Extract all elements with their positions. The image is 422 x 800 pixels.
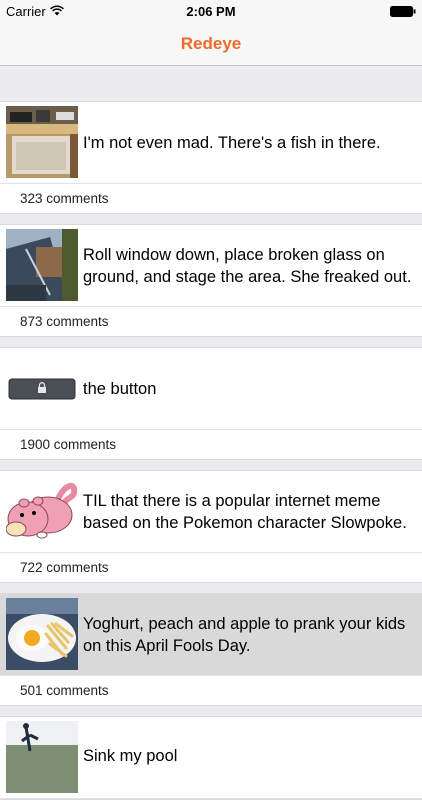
pool-photo-image [6, 721, 78, 793]
post-thumbnail[interactable] [6, 106, 78, 178]
post-card: Yoghurt, peach and apple to prank your k… [0, 593, 422, 706]
post-title[interactable]: Yoghurt, peach and apple to prank your k… [83, 594, 412, 676]
post-title[interactable]: the button [83, 348, 412, 430]
desk-photo-image [6, 106, 78, 178]
post-card: the button 1900 comments [0, 347, 422, 460]
status-time: 2:06 PM [186, 4, 236, 19]
comments-count[interactable]: 873 comments [0, 307, 422, 336]
post-row[interactable]: I'm not even mad. There's a fish in ther… [0, 102, 422, 184]
post-thumbnail[interactable] [6, 598, 78, 670]
feed-top-spacer [0, 67, 422, 101]
comments-count[interactable]: 323 comments [0, 184, 422, 213]
button-image [8, 378, 76, 400]
navigation-bar: Redeye [0, 22, 422, 66]
post-title[interactable]: I'm not even mad. There's a fish in ther… [83, 102, 412, 184]
post-thumbnail[interactable] [6, 378, 78, 400]
post-title[interactable]: Roll window down, place broken glass on … [83, 225, 412, 307]
post-title[interactable]: Sink my pool [83, 717, 412, 799]
post-row[interactable]: TIL that there is a popular internet mem… [0, 471, 422, 553]
post-thumbnail[interactable] [6, 475, 78, 547]
post-thumbnail[interactable] [6, 721, 78, 793]
post-card: Roll window down, place broken glass on … [0, 224, 422, 337]
comments-count[interactable]: 1900 comments [0, 430, 422, 459]
comments-count[interactable]: 722 comments [0, 553, 422, 582]
slowpoke-image [6, 475, 78, 547]
post-card: TIL that there is a popular internet mem… [0, 470, 422, 583]
post-card: I'm not even mad. There's a fish in ther… [0, 101, 422, 214]
status-bar: Carrier 2:06 PM [0, 0, 422, 22]
comments-count[interactable]: 501 comments [0, 676, 422, 705]
post-card: Sink my pool [0, 716, 422, 800]
post-row-selected[interactable]: Yoghurt, peach and apple to prank your k… [0, 594, 422, 676]
post-row[interactable]: Sink my pool [0, 717, 422, 799]
post-thumbnail[interactable] [6, 229, 78, 301]
post-title[interactable]: TIL that there is a popular internet mem… [83, 471, 412, 553]
battery-icon [390, 6, 416, 17]
car-window-photo-image [6, 229, 78, 301]
post-row[interactable]: Roll window down, place broken glass on … [0, 225, 422, 307]
post-feed[interactable]: I'm not even mad. There's a fish in ther… [0, 67, 422, 800]
post-row[interactable]: the button [0, 348, 422, 430]
fake-egg-fries-image [6, 598, 78, 670]
nav-title: Redeye [180, 34, 242, 53]
